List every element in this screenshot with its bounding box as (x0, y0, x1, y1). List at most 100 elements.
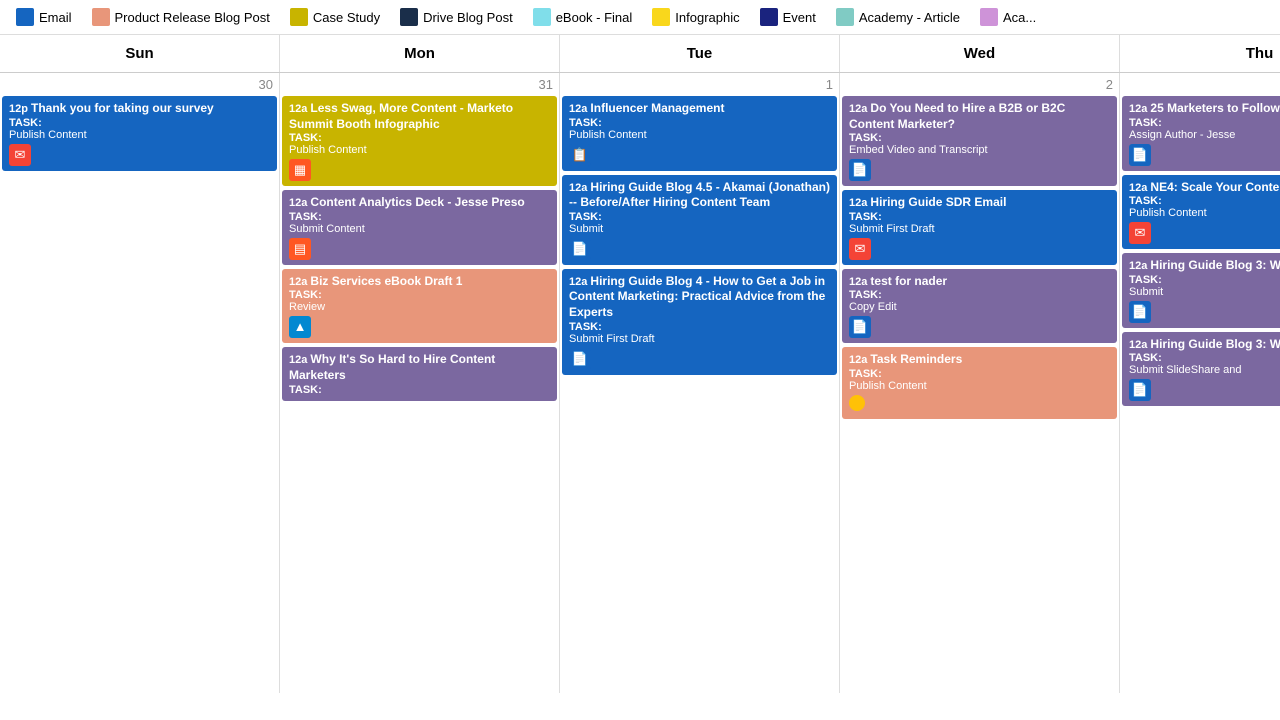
event-card-wed-2[interactable]: 12a Hiring Guide SDR Email TASK: Submit … (842, 190, 1117, 265)
presentation-icon: ▦ (289, 159, 311, 181)
event-card-wed-3[interactable]: 12a test for nader TASK: Copy Edit 📄 (842, 269, 1117, 344)
legend-item-ebook: eBook - Final (533, 8, 633, 26)
day-number-1: 1 (562, 75, 837, 96)
legend-swatch-ebook (533, 8, 551, 26)
day-col-mon: 31 12a Less Swag, More Content - Marketo… (280, 73, 560, 693)
day-number-2: 2 (842, 75, 1117, 96)
event-card-mon-4[interactable]: 12a Why It's So Hard to Hire Content Mar… (282, 347, 557, 400)
day-col-thu: 3 12a 25 Marketers to Follow in SF - con… (1120, 73, 1280, 693)
event-card-tue-3[interactable]: 12a Hiring Guide Blog 4 - How to Get a J… (562, 269, 837, 375)
event-task-label: TASK: (289, 211, 550, 223)
event-task-value: Submit (1129, 286, 1280, 298)
legend-label-email: Email (39, 10, 72, 25)
legend-label-event: Event (783, 10, 816, 25)
calendar-body: 30 12p Thank you for taking our survey T… (0, 73, 1280, 693)
event-task-value: Publish Content (9, 129, 270, 141)
event-card-tue-2[interactable]: 12a Hiring Guide Blog 4.5 - Akamai (Jona… (562, 175, 837, 265)
legend-item-product-release: Product Release Blog Post (92, 8, 270, 26)
doc-icon: 📄 (849, 159, 871, 181)
event-header: 12a 25 Marketers to Follow in SF - conte… (1129, 101, 1280, 117)
event-title: Less Swag, More Content - Marketo Summit… (289, 101, 513, 131)
legend-label-drive-blog: Drive Blog Post (423, 10, 513, 25)
legend-swatch-academy-article (836, 8, 854, 26)
event-time: 12a (1129, 260, 1150, 272)
event-time: 12a (849, 197, 870, 209)
day-col-tue: 1 12a Influencer Management TASK: Publis… (560, 73, 840, 693)
event-task-label: TASK: (569, 117, 830, 129)
event-header: 12a test for nader (849, 274, 1110, 290)
legend-label-case-study: Case Study (313, 10, 380, 25)
circle-icon (849, 395, 865, 411)
legend-item-drive-blog: Drive Blog Post (400, 8, 513, 26)
event-time: 12a (849, 354, 870, 366)
legend-label-academy-article: Academy - Article (859, 10, 960, 25)
event-card-mon-3[interactable]: 12a Biz Services eBook Draft 1 TASK: Rev… (282, 269, 557, 344)
email-icon: ✉ (849, 238, 871, 260)
event-task-value: Publish Content (569, 129, 830, 141)
event-task-value: Copy Edit (849, 301, 1110, 313)
event-task-label: TASK: (1129, 117, 1280, 129)
header-mon: Mon (280, 35, 560, 72)
event-task-value: Review (289, 301, 550, 313)
event-title: Hiring Guide Blog 3: White paper (1150, 337, 1280, 351)
doc-icon: 📄 (1129, 379, 1151, 401)
event-header: 12a NE4: Scale Your Content Operation (1129, 180, 1280, 196)
event-title: Hiring Guide Blog 4.5 - Akamai (Jonathan… (569, 180, 830, 210)
event-card-thu-3[interactable]: 12a Hiring Guide Blog 3: White paper TAS… (1122, 253, 1280, 328)
legend-swatch-case-study (290, 8, 308, 26)
event-title: Thank you for taking our survey (31, 101, 214, 115)
email-icon: ✉ (9, 144, 31, 166)
event-header: 12a Task Reminders (849, 352, 1110, 368)
event-time: 12a (1129, 103, 1150, 115)
day-col-sun: 30 12p Thank you for taking our survey T… (0, 73, 280, 693)
event-task-label: TASK: (289, 384, 550, 396)
event-header: 12a Influencer Management (569, 101, 830, 117)
event-card-thu-1[interactable]: 12a 25 Marketers to Follow in SF - conte… (1122, 96, 1280, 171)
event-header: 12a Biz Services eBook Draft 1 (289, 274, 550, 290)
event-time: 12a (849, 276, 870, 288)
event-task-label: TASK: (849, 368, 1110, 380)
event-time: 12a (289, 276, 310, 288)
event-task-value: Publish Content (1129, 207, 1280, 219)
event-time: 12a (569, 276, 590, 288)
legend-item-case-study: Case Study (290, 8, 380, 26)
calendar: Sun Mon Tue Wed Thu 30 12p Thank you for… (0, 35, 1280, 693)
event-title: Content Analytics Deck - Jesse Preso (310, 195, 524, 209)
event-header: 12a Hiring Guide Blog 4 - How to Get a J… (569, 274, 830, 321)
event-time: 12a (289, 103, 310, 115)
event-header: 12a Hiring Guide SDR Email (849, 195, 1110, 211)
legend-swatch-academy (980, 8, 998, 26)
event-time: 12a (849, 103, 870, 115)
legend-item-email: Email (16, 8, 72, 26)
event-title: NE4: Scale Your Content Operation (1150, 180, 1280, 194)
doc-icon: 📄 (1129, 301, 1151, 323)
event-header: 12a Hiring Guide Blog 3: White paper (1129, 258, 1280, 274)
legend-swatch-event (760, 8, 778, 26)
legend-swatch-email (16, 8, 34, 26)
event-task-label: TASK: (1129, 274, 1280, 286)
legend-item-event: Event (760, 8, 816, 26)
legend-bar: Email Product Release Blog Post Case Stu… (0, 0, 1280, 35)
legend-label-infographic: Infographic (675, 10, 739, 25)
doc-icon: 📄 (569, 238, 591, 260)
event-card-0[interactable]: 12p Thank you for taking our survey TASK… (2, 96, 277, 171)
event-card-mon-1[interactable]: 12a Less Swag, More Content - Marketo Su… (282, 96, 557, 186)
event-card-wed-4[interactable]: 12a Task Reminders TASK: Publish Content (842, 347, 1117, 419)
event-time: 12a (289, 197, 310, 209)
day-number-31: 31 (282, 75, 557, 96)
email-icon: ✉ (1129, 222, 1151, 244)
header-thu: Thu (1120, 35, 1280, 72)
event-time: 12a (1129, 182, 1150, 194)
event-task-label: TASK: (289, 132, 550, 144)
event-header: 12a Hiring Guide Blog 4.5 - Akamai (Jona… (569, 180, 830, 211)
event-card-tue-1[interactable]: 12a Influencer Management TASK: Publish … (562, 96, 837, 171)
event-card-thu-4[interactable]: 12a Hiring Guide Blog 3: White paper TAS… (1122, 332, 1280, 407)
day-number-3: 3 (1122, 75, 1280, 96)
event-title: Influencer Management (590, 101, 724, 115)
event-card-wed-1[interactable]: 12a Do You Need to Hire a B2B or B2C Con… (842, 96, 1117, 186)
event-card-thu-2[interactable]: 12a NE4: Scale Your Content Operation TA… (1122, 175, 1280, 250)
presentation-icon: ▤ (289, 238, 311, 260)
doc-icon: 📋 (569, 144, 591, 166)
event-card-mon-2[interactable]: 12a Content Analytics Deck - Jesse Preso… (282, 190, 557, 265)
event-title: Biz Services eBook Draft 1 (310, 274, 462, 288)
